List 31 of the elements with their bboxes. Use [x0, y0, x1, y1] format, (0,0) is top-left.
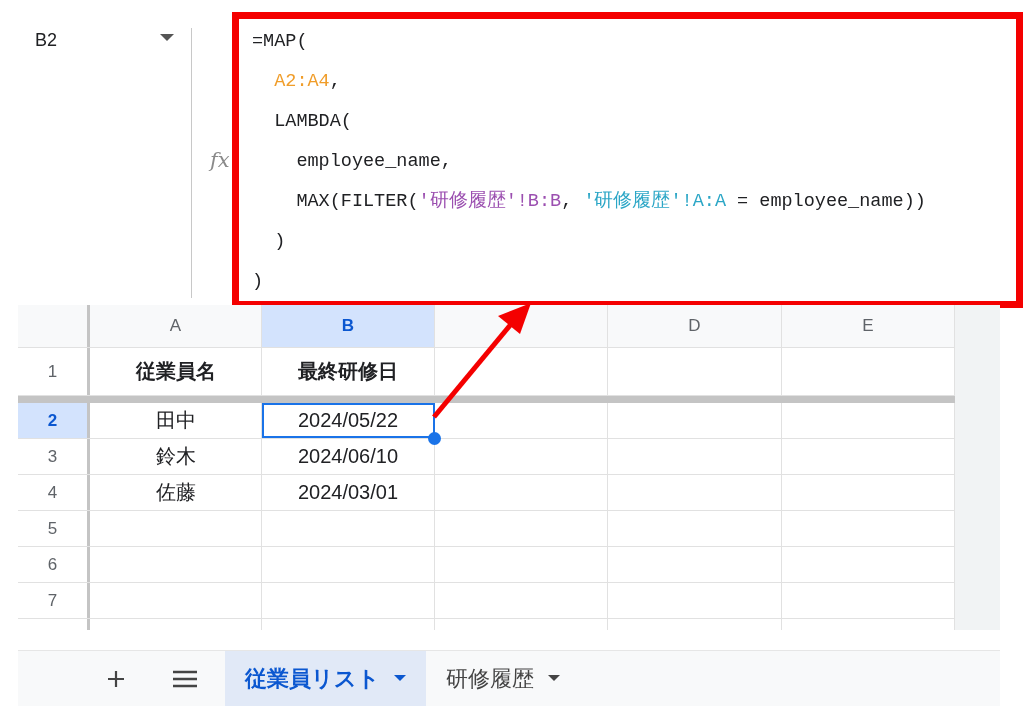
- formula-line: employee_name,: [295, 150, 453, 174]
- formula-line: ): [273, 230, 287, 254]
- table-cell: 2024/06/10: [262, 439, 435, 474]
- header-cell: 最終研修日: [262, 348, 435, 395]
- table-cell: 田中: [90, 403, 262, 438]
- column-header[interactable]: B: [262, 305, 435, 347]
- formula-line: LAMBDA(: [273, 110, 353, 134]
- row-header[interactable]: 6: [18, 547, 90, 582]
- row-header[interactable]: 4: [18, 475, 90, 510]
- table-cell: 2024/03/01: [262, 475, 435, 510]
- row-header[interactable]: 3: [18, 439, 90, 474]
- table-cell: 鈴木: [90, 439, 262, 474]
- sheet-tab[interactable]: 研修履歴: [426, 651, 580, 706]
- row-header[interactable]: 5: [18, 511, 90, 546]
- row-header[interactable]: 2: [18, 403, 90, 438]
- caret-icon[interactable]: [160, 34, 174, 42]
- table-cell: 2024/05/22: [262, 403, 435, 438]
- formula-line: ): [252, 270, 265, 294]
- row-header[interactable]: 7: [18, 583, 90, 618]
- formula-line: A2:A4,: [273, 70, 342, 94]
- name-box[interactable]: B2: [35, 29, 160, 51]
- column-header[interactable]: D: [608, 305, 782, 347]
- fx-label: fx: [210, 148, 230, 172]
- sheet-tab[interactable]: 従業員リスト: [225, 651, 426, 706]
- formula-line: =MAP(: [252, 30, 309, 54]
- fill-handle[interactable]: [428, 432, 441, 445]
- table-cell: 佐藤: [90, 475, 262, 510]
- header-cell: 従業員名: [90, 348, 262, 395]
- formula-line: MAX(FILTER('研修履歴'!B:B, '研修履歴'!A:A = employee_name)): [295, 189, 927, 214]
- caret-icon[interactable]: [548, 675, 560, 682]
- caret-icon[interactable]: [394, 675, 406, 682]
